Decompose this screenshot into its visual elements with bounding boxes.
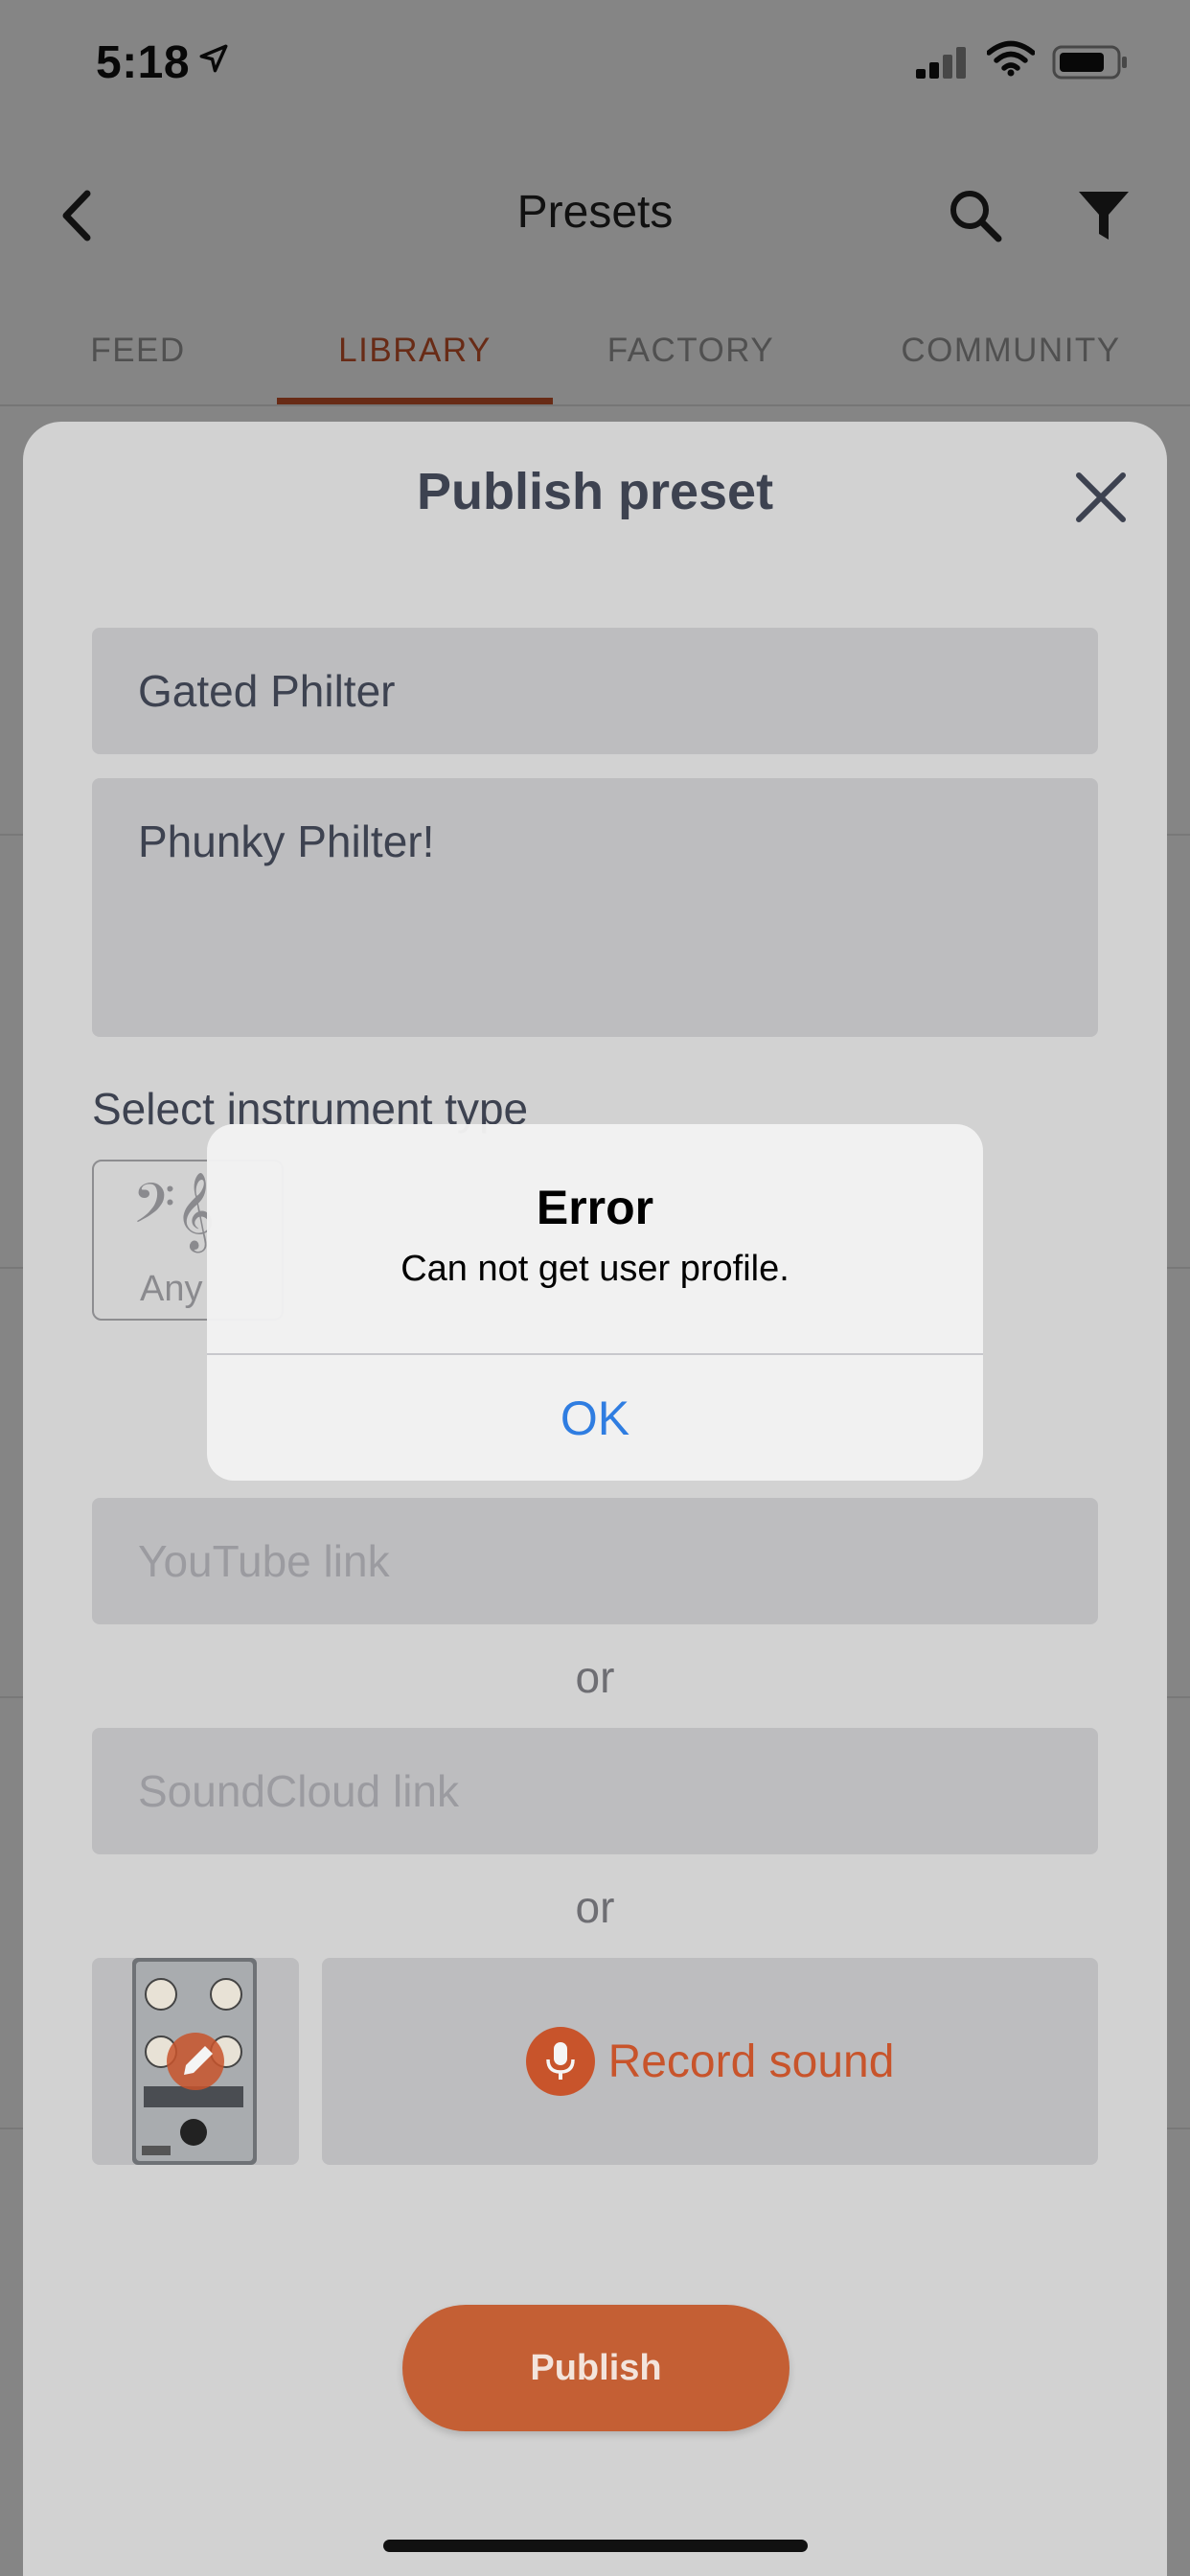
- clef-icon: 𝄢𝄞: [132, 1171, 216, 1250]
- preset-name-field[interactable]: Gated Philter: [92, 628, 1098, 754]
- soundcloud-link-input[interactable]: SoundCloud link: [92, 1728, 1098, 1854]
- youtube-link-input[interactable]: YouTube link: [92, 1498, 1098, 1624]
- close-button[interactable]: [1067, 464, 1134, 531]
- home-indicator[interactable]: [383, 2540, 808, 2552]
- pedal-image: [132, 1958, 257, 2165]
- record-sound-label: Record sound: [607, 2036, 895, 2087]
- preset-image-picker[interactable]: [92, 1958, 299, 2165]
- alert-ok-button[interactable]: OK: [207, 1355, 983, 1481]
- microphone-icon: [525, 2027, 595, 2096]
- or-separator: or: [575, 1882, 615, 1932]
- app-screen: 5:18 Presets FEED LIBRARY FACTORY COMMUN…: [0, 0, 1190, 2576]
- alert-title: Error: [536, 1181, 654, 1234]
- instrument-option-label: Any: [140, 1269, 203, 1309]
- alert-message: Can not get user profile.: [400, 1249, 790, 1289]
- error-alert-dialog: Error Can not get user profile. OK: [207, 1124, 983, 1481]
- publish-button[interactable]: Publish: [402, 2305, 790, 2431]
- publish-preset-sheet: Publish preset Gated Philter Phunky Phil…: [23, 422, 1167, 2576]
- or-separator: or: [575, 1652, 615, 1702]
- close-icon: [1076, 472, 1126, 522]
- record-sound-button[interactable]: Record sound: [322, 1958, 1098, 2165]
- preset-description-field[interactable]: Phunky Philter!: [92, 778, 1098, 1037]
- sheet-title: Publish preset: [416, 463, 774, 520]
